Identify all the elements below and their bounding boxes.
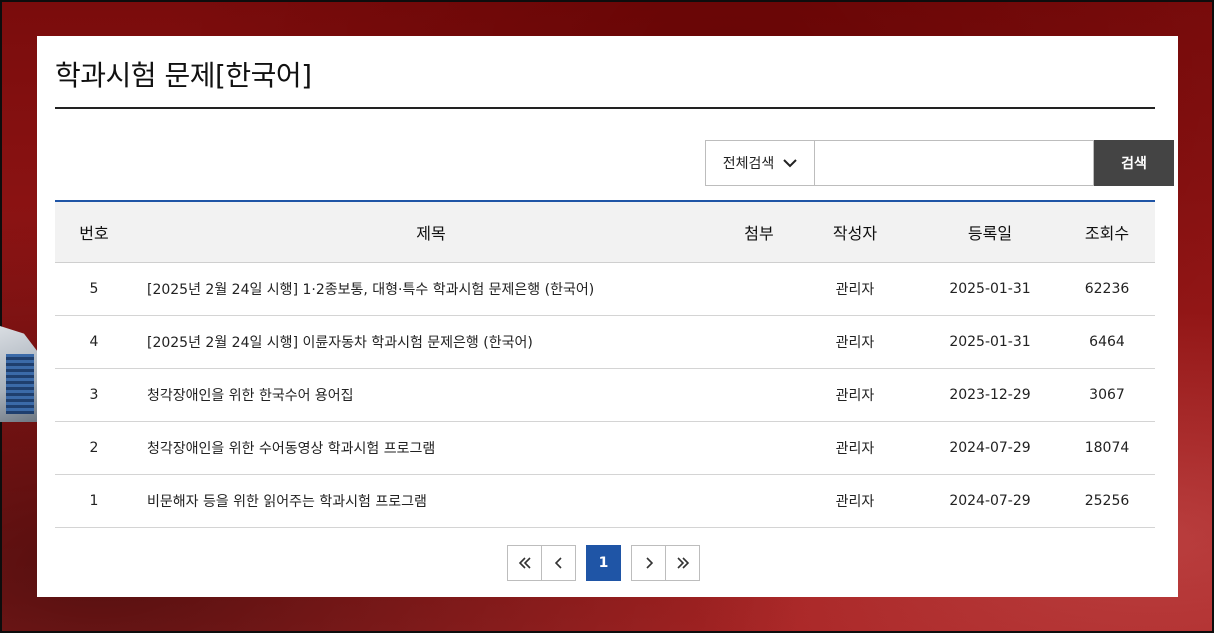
title-divider [55, 107, 1155, 109]
row-title-link[interactable]: 비문해자 등을 위한 읽어주는 학과시험 프로그램 [133, 474, 729, 528]
header-attachment: 첨부 [744, 224, 774, 243]
row-title-link[interactable]: 청각장애인을 위한 수어동영상 학과시험 프로그램 [133, 421, 729, 475]
row-number: 3 [55, 368, 133, 422]
header-author: 작성자 [832, 224, 878, 243]
row-date: 2024-07-29 [921, 421, 1059, 475]
row-date: 2025-01-31 [921, 315, 1059, 369]
table-row: 1 비문해자 등을 위한 읽어주는 학과시험 프로그램 관리자 2024-07-… [55, 474, 1155, 528]
row-author: 관리자 [789, 474, 921, 528]
row-title-link[interactable]: [2025년 2월 24일 시행] 1·2종보통, 대형·특수 학과시험 문제은… [133, 262, 729, 316]
row-attachment [729, 368, 789, 422]
page-title: 학과시험 문제[한국어] [55, 59, 312, 92]
row-author: 관리자 [789, 368, 921, 422]
next-page-button[interactable] [631, 545, 666, 581]
row-attachment [729, 262, 789, 316]
row-views: 62236 [1059, 262, 1155, 316]
row-author: 관리자 [789, 421, 921, 475]
table-row: 2 청각장애인을 위한 수어동영상 학과시험 프로그램 관리자 2024-07-… [55, 421, 1155, 475]
row-number: 1 [55, 474, 133, 528]
chevron-down-icon [783, 158, 797, 167]
first-page-button[interactable] [507, 545, 542, 581]
row-date: 2023-12-29 [921, 368, 1059, 422]
double-chevron-left-icon [518, 557, 531, 569]
header-number: 번호 [79, 224, 109, 243]
row-number: 2 [55, 421, 133, 475]
row-views: 18074 [1059, 421, 1155, 475]
row-title-link[interactable]: [2025년 2월 24일 시행] 이륜자동차 학과시험 문제은행 (한국어) [133, 315, 729, 369]
row-number: 5 [55, 262, 133, 316]
search-scope-label: 전체검색 [722, 156, 775, 172]
table-header-row: 번호 제목 첨부 작성자 등록일 조회수 [55, 201, 1155, 263]
row-number: 4 [55, 315, 133, 369]
row-attachment [729, 421, 789, 475]
row-author: 관리자 [789, 315, 921, 369]
page-number-current[interactable]: 1 [586, 545, 621, 581]
header-title: 제목 [416, 224, 446, 243]
header-views: 조회수 [1084, 224, 1130, 243]
row-author: 관리자 [789, 262, 921, 316]
row-title-link[interactable]: 청각장애인을 위한 한국수어 용어집 [133, 368, 729, 422]
pagination: 1 [507, 545, 700, 581]
search-input[interactable] [814, 140, 1094, 186]
header-date: 등록일 [967, 224, 1013, 243]
prev-page-button[interactable] [541, 545, 576, 581]
double-chevron-right-icon [676, 557, 689, 569]
row-views: 6464 [1059, 315, 1155, 369]
search-button[interactable]: 검색 [1094, 140, 1174, 186]
last-page-button[interactable] [665, 545, 700, 581]
content-panel: 학과시험 문제[한국어] 전체검색 검색 번호 제목 첨부 작성자 등록일 조회… [37, 36, 1178, 597]
row-date: 2024-07-29 [921, 474, 1059, 528]
chevron-left-icon [554, 557, 562, 569]
search-scope-select[interactable]: 전체검색 [705, 140, 814, 186]
row-attachment [729, 474, 789, 528]
table-row: 3 청각장애인을 위한 한국수어 용어집 관리자 2023-12-29 3067 [55, 368, 1155, 422]
search-bar: 전체검색 검색 [705, 140, 1174, 186]
row-views: 3067 [1059, 368, 1155, 422]
row-date: 2025-01-31 [921, 262, 1059, 316]
board-table: 번호 제목 첨부 작성자 등록일 조회수 5 [2025년 2월 24일 시행]… [55, 200, 1155, 528]
table-row: 5 [2025년 2월 24일 시행] 1·2종보통, 대형·특수 학과시험 문… [55, 262, 1155, 316]
table-row: 4 [2025년 2월 24일 시행] 이륜자동차 학과시험 문제은행 (한국어… [55, 315, 1155, 369]
background-car-grille [6, 354, 34, 414]
row-attachment [729, 315, 789, 369]
row-views: 25256 [1059, 474, 1155, 528]
chevron-right-icon [645, 557, 653, 569]
